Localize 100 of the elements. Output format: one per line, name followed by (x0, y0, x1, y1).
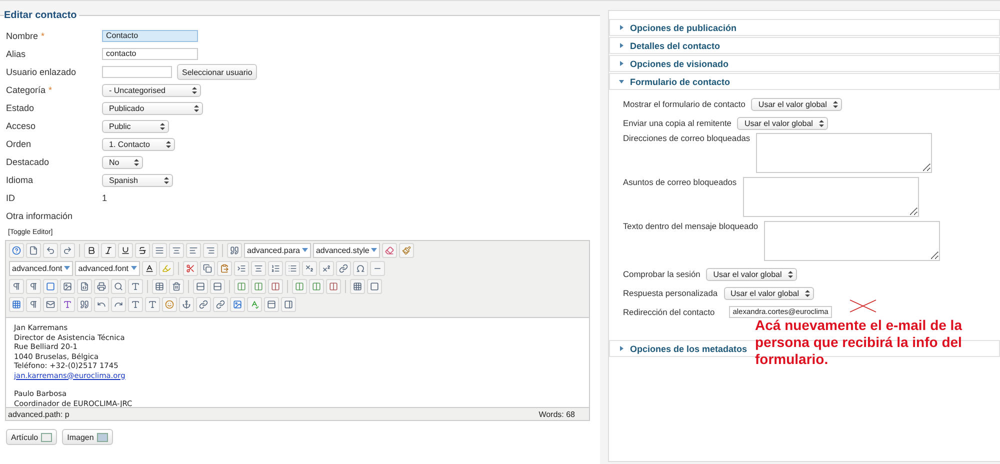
columns-icon[interactable] (268, 278, 283, 294)
paste-icon[interactable] (216, 260, 232, 276)
redo-icon[interactable] (111, 296, 126, 312)
format-dropdown[interactable]: advanced.font (75, 260, 140, 276)
link-icon[interactable] (213, 296, 228, 312)
dropdown-arrow-icon (371, 248, 378, 252)
quote-icon[interactable] (227, 242, 242, 258)
select-field[interactable]: - Uncategorised (102, 84, 201, 96)
subscript-icon[interactable] (302, 260, 317, 276)
brush-icon[interactable] (399, 242, 414, 258)
columns-icon[interactable] (292, 278, 307, 294)
new-document-icon[interactable] (26, 242, 41, 258)
square-icon[interactable] (367, 278, 382, 294)
bold-icon[interactable] (84, 242, 99, 258)
align-left-icon[interactable] (186, 242, 201, 258)
copy-icon[interactable] (200, 260, 215, 276)
strikethrough-icon[interactable] (135, 242, 150, 258)
panel-header[interactable]: Formulario de contacto (619, 76, 730, 86)
rows-icon[interactable] (210, 278, 225, 294)
image-icon[interactable] (60, 278, 75, 294)
undo-icon[interactable] (94, 296, 109, 312)
code-icon[interactable] (77, 278, 92, 294)
ordered-list-icon[interactable] (268, 260, 283, 276)
text-input[interactable]: contacto (102, 48, 198, 60)
grid-icon[interactable] (9, 296, 24, 312)
select-field[interactable]: No (102, 156, 143, 168)
bullet-list-icon[interactable] (284, 260, 300, 276)
dropdown-arrow-icon (302, 248, 308, 252)
format-dropdown[interactable]: advanced.font (9, 260, 74, 276)
quote-icon[interactable] (77, 296, 92, 312)
select-field[interactable]: Publicado (102, 102, 203, 114)
picture-icon (41, 432, 52, 442)
select-field[interactable]: Spanish (102, 174, 173, 186)
select-field[interactable]: Usar el valor global (706, 268, 797, 280)
select-field[interactable]: Usar el valor global (724, 286, 814, 300)
text-icon[interactable] (128, 278, 143, 294)
align-right-icon[interactable] (203, 242, 218, 258)
user-input[interactable] (102, 66, 172, 78)
pilcrow-icon[interactable] (26, 278, 41, 294)
text-input[interactable]: Contacto (102, 30, 198, 42)
panel-header[interactable]: Opciones de los metadatos (619, 344, 748, 354)
superscript-icon[interactable] (318, 260, 334, 276)
delete-icon[interactable] (169, 278, 184, 294)
rows-icon[interactable] (193, 278, 208, 294)
text-icon[interactable] (145, 296, 160, 312)
insert-button[interactable]: Artículo (6, 429, 58, 445)
italic-icon[interactable] (101, 242, 116, 258)
field-label: Acceso (6, 121, 37, 131)
text-color-icon[interactable] (142, 260, 157, 276)
columns-icon[interactable] (251, 278, 266, 294)
square-icon[interactable] (43, 278, 58, 294)
pilcrow-icon[interactable] (9, 278, 24, 294)
text-icon[interactable] (60, 296, 75, 312)
select-field[interactable]: 1. Contacto (102, 138, 175, 150)
field-label: Idioma (6, 175, 34, 185)
panel-icon[interactable] (281, 296, 296, 312)
insert-button[interactable]: Imagen (62, 429, 113, 445)
panel-header[interactable]: Detalles del contacto (619, 40, 720, 50)
word-count: Words: 68 (538, 410, 575, 418)
field-label: Nombre (6, 31, 38, 41)
table-icon[interactable] (152, 278, 167, 294)
omega-icon[interactable] (352, 260, 368, 276)
dropdown-arrow-icon (64, 266, 70, 270)
spellcheck-icon[interactable] (247, 296, 262, 312)
smile-icon[interactable] (162, 296, 177, 312)
field-label: Otra información (6, 211, 73, 221)
cut-icon[interactable] (182, 260, 198, 276)
undo-icon[interactable] (43, 242, 58, 258)
columns-icon[interactable] (234, 278, 249, 294)
format-dropdown[interactable]: advanced.style (312, 242, 380, 258)
underline-icon[interactable] (118, 242, 133, 258)
search-icon[interactable] (111, 278, 126, 294)
pilcrow-icon[interactable] (26, 296, 41, 312)
columns-icon[interactable] (326, 278, 341, 294)
select-user-button[interactable]: Seleccionar usuario (177, 64, 258, 80)
print-icon[interactable] (94, 278, 109, 294)
image-icon[interactable] (230, 296, 245, 312)
anchor-icon[interactable] (179, 296, 194, 312)
link-icon[interactable] (336, 260, 351, 276)
field-label: Usuario enlazado (6, 67, 78, 77)
panel-icon[interactable] (264, 296, 279, 312)
help-icon[interactable] (9, 242, 24, 258)
select-field[interactable]: Usar el valor global (751, 98, 842, 110)
eraser-icon[interactable] (382, 242, 398, 258)
panel-header[interactable]: Opciones de visionado (619, 58, 729, 68)
format-dropdown[interactable]: advanced.para (244, 242, 311, 258)
select-arrows-icon (832, 100, 838, 108)
grid-icon[interactable] (350, 278, 365, 294)
indent-icon[interactable] (234, 260, 249, 276)
columns-icon[interactable] (309, 278, 324, 294)
field-label: Destacado (6, 157, 50, 167)
select-field[interactable]: Usar el valor global (737, 116, 828, 130)
text-icon[interactable] (128, 296, 143, 312)
align-center-icon[interactable] (169, 242, 184, 258)
link-icon[interactable] (196, 296, 211, 312)
panel-header[interactable]: Opciones de publicación (619, 22, 737, 32)
align-justify-icon[interactable] (152, 242, 167, 258)
mail-icon[interactable] (43, 296, 58, 312)
select-field[interactable]: Public (102, 120, 169, 132)
redo-icon[interactable] (60, 242, 75, 258)
